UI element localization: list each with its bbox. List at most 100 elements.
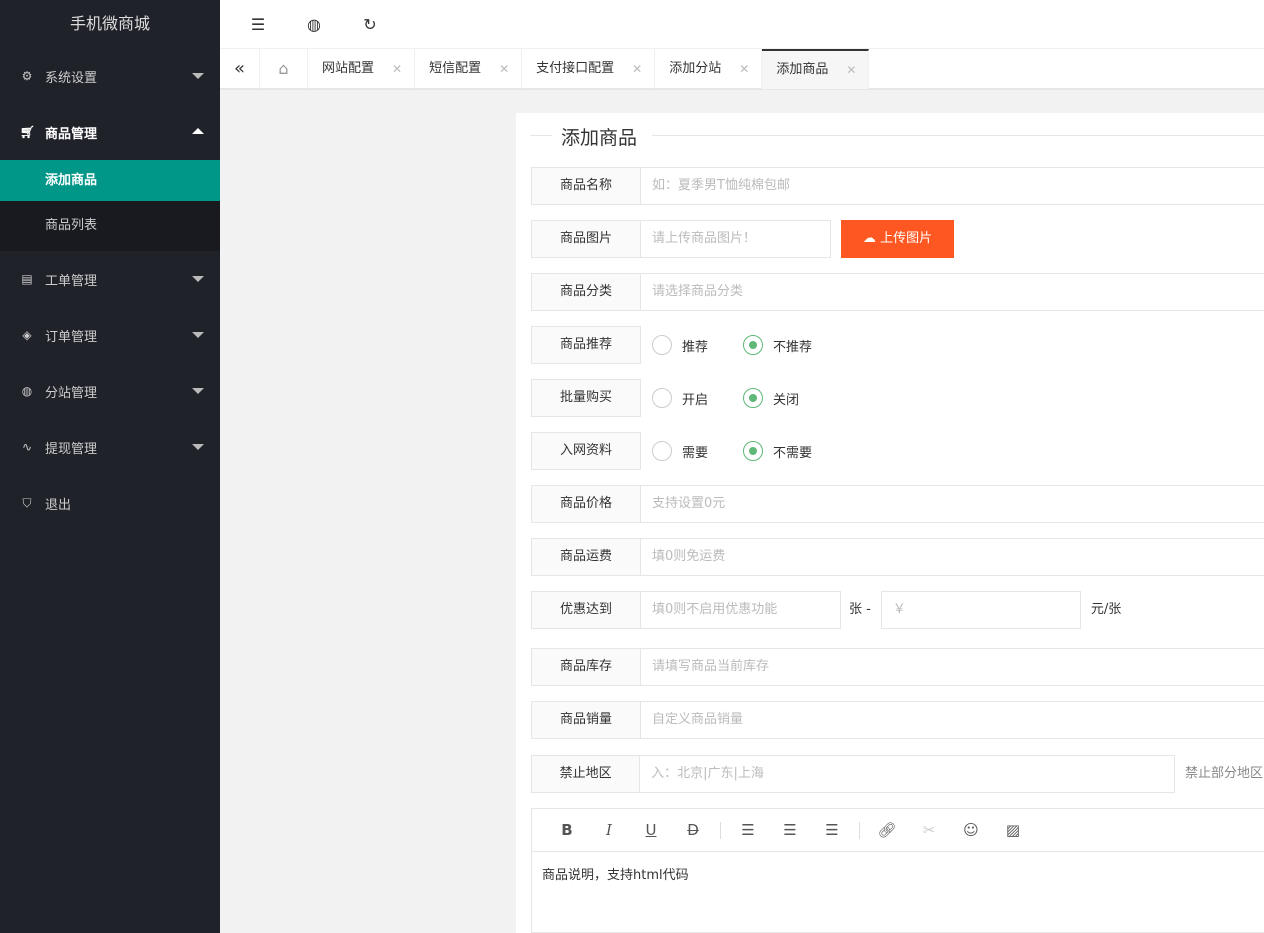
emoji-icon[interactable]: ☺ <box>950 821 992 839</box>
name-input[interactable]: 如：夏季男T恤纯棉包邮 <box>641 167 1264 205</box>
form-title: 添加商品 <box>516 123 1264 149</box>
radio-label: 需要 <box>682 445 709 461</box>
align-center-icon[interactable]: ☰ <box>769 821 811 839</box>
close-icon[interactable]: ✕ <box>739 49 749 89</box>
sidebar-item-system[interactable]: ⚙ 系统设置 <box>0 48 220 104</box>
chevron-down-icon <box>192 388 204 394</box>
stock-input[interactable]: 请填写商品当前库存 <box>641 648 1264 686</box>
region-hint: 禁止部分地区 <box>1184 766 1263 781</box>
label: 商品销量 <box>531 701 641 739</box>
label: 系统设置 <box>45 70 98 86</box>
sales-input[interactable]: 自定义商品销量 <box>641 701 1264 739</box>
underline-icon[interactable]: U <box>630 821 672 839</box>
sidebar-item-withdraw[interactable]: ∿ 提现管理 <box>0 419 220 475</box>
discount-qty-input[interactable]: 填0则不启用优惠功能 <box>641 591 841 629</box>
radio-icon <box>652 335 672 355</box>
strikethrough-icon[interactable]: D <box>672 821 714 839</box>
tab-sms-config[interactable]: 短信配置 ✕ <box>415 49 523 89</box>
label: 禁止地区 <box>531 755 641 793</box>
ticket-icon: ▤ <box>21 272 33 286</box>
chevron-up-icon <box>192 128 204 134</box>
close-icon[interactable]: ✕ <box>632 49 642 89</box>
category-select[interactable]: 请选择商品分类 <box>641 273 1264 311</box>
row-price: 商品价格 支持设置0元 <box>531 485 1264 523</box>
label: 商品价格 <box>531 485 641 523</box>
label: 商品库存 <box>531 648 641 686</box>
label: 商品运费 <box>531 538 641 576</box>
home-icon[interactable]: ⌂ <box>260 49 308 89</box>
row-region: 禁止地区 入：北京|广东|上海 禁止部分地区 <box>531 755 1264 793</box>
image-icon[interactable]: ▨ <box>992 821 1034 839</box>
price-input[interactable]: 支持设置0元 <box>641 485 1264 523</box>
cloud-upload-icon: ☁ <box>862 231 876 246</box>
refresh-icon[interactable]: ↻ <box>332 15 388 34</box>
radio-label: 开启 <box>682 392 709 408</box>
radio-bulk-off[interactable]: 关闭 <box>743 379 799 417</box>
radio-label: 关闭 <box>773 392 800 408</box>
align-left-icon[interactable]: ☰ <box>727 821 769 839</box>
chevron-down-icon <box>192 73 204 79</box>
tab-add-substation[interactable]: 添加分站 ✕ <box>655 49 763 89</box>
radio-label: 不需要 <box>773 445 813 461</box>
close-icon[interactable]: ✕ <box>846 51 856 89</box>
radio-bulk-on[interactable]: 开启 <box>652 379 708 417</box>
sidebar-item-tickets[interactable]: ▤ 工单管理 <box>0 251 220 307</box>
row-name: 商品名称 如：夏季男T恤纯棉包邮 <box>531 167 1264 205</box>
unlink-icon[interactable]: ✂ <box>908 821 950 839</box>
label: 商品名称 <box>531 167 641 205</box>
globe-icon[interactable]: ◍ <box>276 15 332 34</box>
app-logo: 手机微商城 <box>69 14 150 33</box>
row-recommend: 商品推荐 推荐 不推荐 <box>531 326 836 364</box>
align-right-icon[interactable]: ☰ <box>811 821 853 839</box>
bold-icon[interactable]: B <box>546 821 588 839</box>
rich-text-editor: B I U D ☰ ☰ ☰ 🔗︎ ✂ ☺ ▨ 商品说明，支持html代码 <box>531 808 1264 933</box>
sidebar-item-orders[interactable]: ◈ 订单管理 <box>0 307 220 363</box>
close-icon[interactable]: ✕ <box>499 49 509 89</box>
sidebar-sub-add-goods[interactable]: 添加商品 <box>0 160 220 201</box>
add-goods-form: 添加商品 商品名称 如：夏季男T恤纯棉包邮 商品图片 请上传商品图片！ ☁ 上传图片 … <box>516 113 1264 933</box>
sidebar-item-substations[interactable]: ◍ 分站管理 <box>0 363 220 419</box>
image-input[interactable]: 请上传商品图片！ <box>641 220 831 258</box>
region-input[interactable]: 入：北京|广东|上海 <box>640 755 1175 793</box>
label: 提现管理 <box>45 441 98 457</box>
gear-icon: ⚙ <box>21 69 33 83</box>
menu-toggle-icon[interactable]: ☰ <box>220 15 276 34</box>
editor-content[interactable]: 商品说明，支持html代码 <box>532 852 1264 895</box>
radio-recommend-no[interactable]: 不推荐 <box>743 326 812 364</box>
sidebar-item-goods[interactable]: 🛒︎ 商品管理 <box>0 104 220 160</box>
link-icon[interactable]: 🔗︎ <box>866 821 908 839</box>
row-stock: 商品库存 请填写商品当前库存 <box>531 648 1264 686</box>
chevron-down-icon <box>192 276 204 282</box>
tabs-scroll-left-icon[interactable]: « <box>220 49 260 89</box>
label: 商品管理 <box>45 126 98 142</box>
label: 商品推荐 <box>531 326 641 364</box>
discount-price-input[interactable]: ￥ <box>880 591 1081 629</box>
tab-bar: « ⌂ 网站配置 ✕ 短信配置 ✕ 支付接口配置 ✕ 添加分站 ✕ 添加商品 ✕ <box>220 48 1264 90</box>
sidebar-item-logout[interactable]: ⛉ 退出 <box>0 475 220 531</box>
radio-recommend-yes[interactable]: 推荐 <box>652 326 708 364</box>
divider <box>859 821 860 839</box>
tab-payment-config[interactable]: 支付接口配置 ✕ <box>522 49 656 89</box>
label: 商品分类 <box>531 273 641 311</box>
sidebar-sub-goods-list[interactable]: 商品列表 <box>0 201 220 251</box>
radio-checked-icon <box>743 441 764 461</box>
cart-icon: 🛒︎ <box>20 125 36 139</box>
upload-image-button[interactable]: ☁ 上传图片 <box>841 220 954 258</box>
globe-icon: ◍ <box>21 384 33 398</box>
divider <box>720 821 721 839</box>
tab-site-config[interactable]: 网站配置 ✕ <box>308 49 416 89</box>
tab-label: 短信配置 <box>429 61 482 76</box>
label: 批量购买 <box>531 379 641 417</box>
label: 入网资料 <box>531 432 641 470</box>
shipping-input[interactable]: 填0则免运费 <box>641 538 1264 576</box>
label: 商品图片 <box>531 220 641 258</box>
italic-icon[interactable]: I <box>588 821 630 839</box>
radio-label: 推荐 <box>682 339 709 355</box>
row-bulk: 批量购买 开启 关闭 <box>531 379 823 417</box>
radio-checked-icon <box>743 388 764 408</box>
radio-netinfo-yes[interactable]: 需要 <box>652 432 708 470</box>
radio-netinfo-no[interactable]: 不需要 <box>743 432 812 470</box>
close-icon[interactable]: ✕ <box>392 49 402 89</box>
tab-add-goods[interactable]: 添加商品 ✕ <box>762 49 870 89</box>
row-discount: 优惠达到 填0则不启用优惠功能张 - ￥ 元/张 <box>531 591 1129 629</box>
